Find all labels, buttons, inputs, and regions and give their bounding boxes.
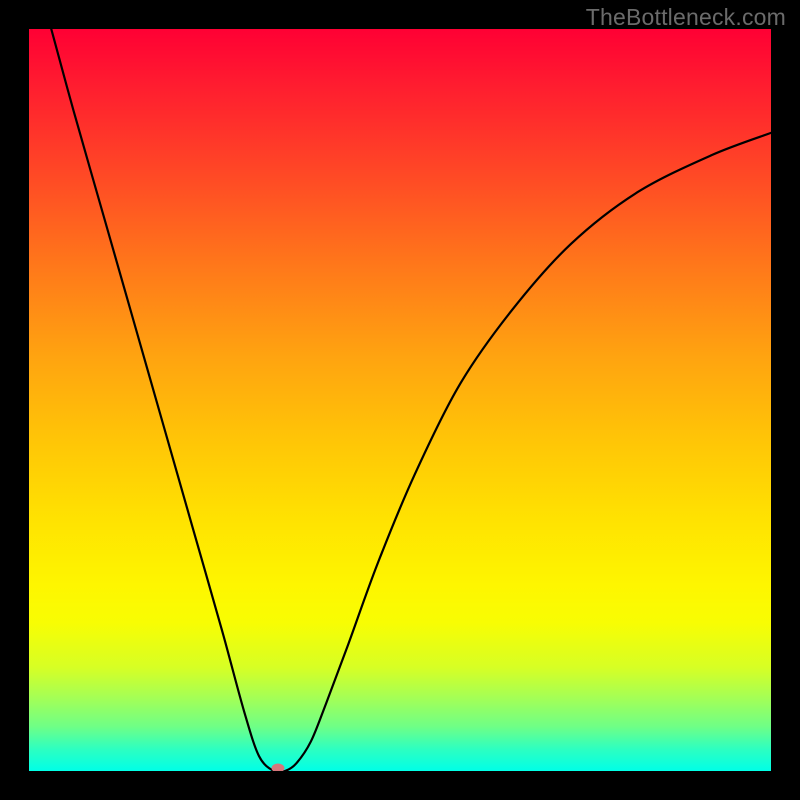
gradient-background <box>29 29 771 771</box>
chart-frame: TheBottleneck.com <box>0 0 800 800</box>
min-point-dot <box>271 764 284 772</box>
plot-area <box>29 29 771 771</box>
watermark-text: TheBottleneck.com <box>586 4 786 31</box>
